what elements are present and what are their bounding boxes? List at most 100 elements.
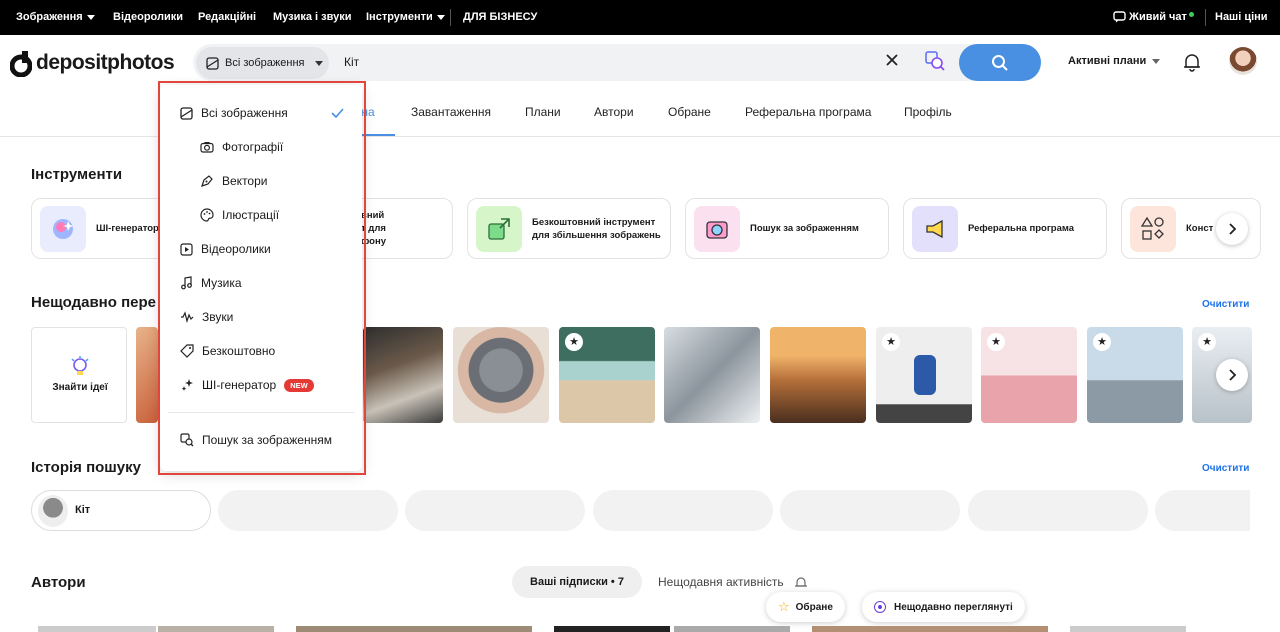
close-icon[interactable] bbox=[884, 52, 900, 68]
menu-images[interactable]: Зображення bbox=[16, 0, 95, 35]
tool-card-referral[interactable]: Реферальна програма bbox=[903, 198, 1107, 259]
avatar[interactable] bbox=[1229, 47, 1257, 75]
star-icon: ☆ bbox=[778, 599, 790, 614]
divider bbox=[1205, 9, 1206, 26]
author-thumb bbox=[812, 626, 1048, 632]
recent-thumb[interactable]: ★ bbox=[981, 327, 1077, 423]
image-search-icon bbox=[694, 206, 740, 252]
menu-editorial[interactable]: Редакційні bbox=[198, 0, 256, 35]
megaphone-icon bbox=[912, 206, 958, 252]
prices-link[interactable]: Наші ціни bbox=[1215, 0, 1268, 35]
recent-thumb[interactable]: ★ bbox=[559, 327, 655, 423]
recently-viewed-label: Нещодавно переглянуті bbox=[894, 601, 1013, 613]
search-scope-dropdown[interactable]: Всі зображення bbox=[196, 47, 329, 79]
history-clear-link[interactable]: Очистити bbox=[1202, 463, 1249, 474]
ai-generator-icon bbox=[40, 206, 86, 252]
menu-tools[interactable]: Інструменти bbox=[366, 0, 445, 35]
chevron-down-icon bbox=[314, 60, 323, 66]
recent-thumb[interactable] bbox=[770, 327, 866, 423]
history-query: Кіт bbox=[75, 504, 91, 516]
top-bar: Зображення Відеоролики Редакційні Музика… bbox=[0, 0, 1280, 35]
history-placeholder bbox=[1155, 490, 1250, 531]
chat-icon bbox=[1113, 11, 1126, 23]
history-placeholder bbox=[593, 490, 773, 531]
online-dot-icon bbox=[1188, 12, 1194, 17]
logo[interactable]: depositphotos bbox=[10, 48, 175, 78]
search-button[interactable] bbox=[959, 44, 1041, 81]
author-thumb bbox=[158, 626, 274, 632]
recently-viewed-button[interactable]: Нещодавно переглянуті bbox=[862, 592, 1025, 622]
menu-music-sounds[interactable]: Музика і звуки bbox=[273, 0, 352, 35]
target-icon bbox=[874, 601, 886, 613]
tab-recent-activity[interactable]: Нещодавня активність bbox=[658, 575, 809, 590]
recent-clear-link[interactable]: Очистити bbox=[1202, 299, 1249, 310]
star-icon[interactable]: ★ bbox=[987, 333, 1005, 351]
recent-activity-label: Нещодавня активність bbox=[658, 575, 784, 589]
recent-title: Нещодавно пере bbox=[31, 294, 156, 311]
recent-thumb[interactable] bbox=[453, 327, 549, 423]
recent-thumb[interactable]: ★ bbox=[876, 327, 972, 423]
visual-search-icon[interactable] bbox=[924, 50, 946, 72]
menu-business[interactable]: ДЛЯ БІЗНЕСУ bbox=[463, 0, 537, 35]
author-thumb bbox=[554, 626, 670, 632]
tool-label: Реферальна програма bbox=[968, 223, 1075, 234]
search-input[interactable]: Кіт bbox=[344, 55, 359, 69]
history-item[interactable]: Кіт bbox=[31, 490, 211, 531]
tab-subscriptions[interactable]: Ваші підписки • 7 bbox=[512, 566, 642, 598]
tool-label: Безкоштовний інструмент для збільшення з… bbox=[532, 216, 661, 241]
star-icon[interactable]: ★ bbox=[1093, 333, 1111, 351]
tab-referral[interactable]: Реферальна програма bbox=[745, 105, 871, 119]
favorites-button[interactable]: ☆ Обране bbox=[766, 592, 845, 622]
recent-thumb[interactable] bbox=[363, 327, 443, 423]
tools-next-button[interactable] bbox=[1216, 213, 1248, 245]
upscale-icon bbox=[476, 206, 522, 252]
tools-title: Інструменти bbox=[31, 166, 123, 183]
active-plans-label: Активні плани bbox=[1068, 55, 1147, 67]
recent-next-button[interactable] bbox=[1216, 359, 1248, 391]
tab-downloads[interactable]: Завантаження bbox=[411, 105, 491, 119]
image-icon bbox=[206, 56, 219, 70]
find-ideas-label: Знайти ідеї bbox=[52, 382, 108, 393]
shapes-icon bbox=[1130, 206, 1176, 252]
history-placeholder bbox=[218, 490, 398, 531]
lightbulb-icon bbox=[71, 356, 89, 375]
cat-thumbnail bbox=[38, 495, 68, 527]
depositphotos-logo-icon bbox=[10, 51, 32, 77]
tool-label: Конст bbox=[1186, 223, 1214, 234]
divider bbox=[450, 9, 451, 26]
tool-label: ШІ-генератор bbox=[96, 223, 159, 234]
tab-plans[interactable]: Плани bbox=[525, 105, 561, 119]
tab-favorites[interactable]: Обране bbox=[668, 105, 711, 119]
chevron-down-icon bbox=[86, 14, 95, 20]
tool-card-upscale[interactable]: Безкоштовний інструмент для збільшення з… bbox=[467, 198, 671, 259]
tool-card-image-search[interactable]: Пошук за зображенням bbox=[685, 198, 889, 259]
recent-thumb[interactable]: ★ bbox=[1087, 327, 1183, 423]
menu-tools-label: Інструменти bbox=[366, 11, 433, 23]
menu-images-label: Зображення bbox=[16, 11, 83, 23]
history-title: Історія пошуку bbox=[31, 459, 141, 476]
chevron-right-icon bbox=[1229, 223, 1237, 235]
authors-title: Автори bbox=[31, 574, 86, 591]
menu-videos[interactable]: Відеоролики bbox=[113, 0, 183, 35]
star-icon[interactable]: ★ bbox=[882, 333, 900, 351]
star-icon[interactable]: ★ bbox=[565, 333, 583, 351]
tool-label: Пошук за зображенням bbox=[750, 223, 859, 234]
tab-profile[interactable]: Профіль bbox=[904, 105, 952, 119]
active-plans-dropdown[interactable]: Активні плани bbox=[1068, 55, 1161, 67]
author-thumb bbox=[38, 626, 156, 632]
author-thumb bbox=[674, 626, 790, 632]
tab-authors[interactable]: Автори bbox=[594, 105, 634, 119]
live-chat-label: Живий чат bbox=[1129, 11, 1187, 23]
find-ideas-card[interactable]: Знайти ідеї bbox=[31, 327, 127, 423]
author-thumb bbox=[296, 626, 532, 632]
recent-thumb[interactable] bbox=[136, 327, 158, 423]
chevron-down-icon bbox=[436, 14, 445, 20]
history-placeholder bbox=[780, 490, 960, 531]
recent-thumb[interactable] bbox=[664, 327, 760, 423]
bell-icon[interactable] bbox=[1181, 51, 1203, 73]
star-icon[interactable]: ★ bbox=[1198, 333, 1216, 351]
dancer-figure bbox=[914, 355, 936, 395]
live-chat-link[interactable]: Живий чат bbox=[1113, 0, 1194, 35]
chevron-down-icon bbox=[1152, 58, 1161, 64]
highlight-box bbox=[158, 81, 366, 475]
